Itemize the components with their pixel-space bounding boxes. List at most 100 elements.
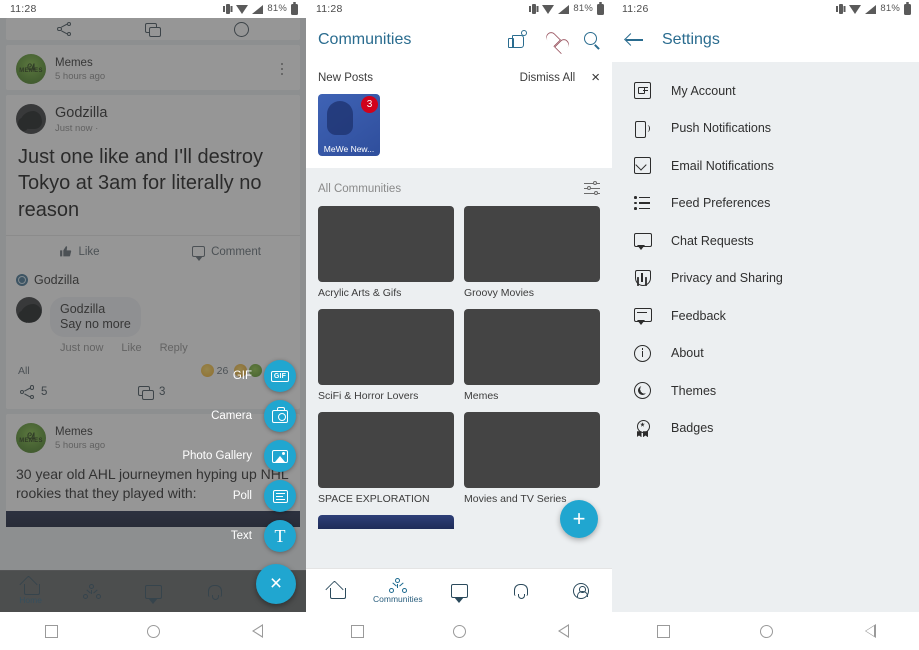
new-post-thumbnail[interactable]: 3 MeWe New... xyxy=(318,94,380,156)
back-button[interactable] xyxy=(556,624,570,638)
community-card[interactable]: Memes xyxy=(464,309,600,402)
community-card[interactable]: Groovy Movies xyxy=(464,206,600,299)
sidebar-item-communities[interactable]: Communities xyxy=(367,577,428,604)
community-card[interactable]: SciFi & Horror Lovers xyxy=(318,309,454,402)
recents-button[interactable] xyxy=(44,624,58,638)
community-card-partial[interactable] xyxy=(318,515,454,529)
comment-reply-button[interactable]: Reply xyxy=(160,342,188,354)
sidebar-item-chat-requests[interactable]: Chat Requests xyxy=(612,222,919,260)
filter-icon[interactable] xyxy=(584,181,600,196)
dismiss-all-button[interactable]: Dismiss All xyxy=(520,72,576,84)
home-button[interactable] xyxy=(453,624,467,638)
gif-icon[interactable]: GIF xyxy=(264,360,296,392)
fab-item-gif[interactable]: GIF GIF xyxy=(233,360,296,392)
thumbs-up-add-icon[interactable] xyxy=(508,29,527,49)
sidebar-item-home[interactable] xyxy=(306,583,367,599)
settings-list: My Account Push Notifications Email Noti… xyxy=(612,62,919,447)
post-author[interactable]: Godzilla xyxy=(55,105,290,121)
sidebar-item-feedback[interactable]: Feedback xyxy=(612,297,919,335)
partial-post-card[interactable] xyxy=(6,18,300,40)
signal-icon xyxy=(252,4,264,14)
list-icon xyxy=(634,195,651,212)
text-icon[interactable]: T xyxy=(264,520,296,552)
post-card-memes-top[interactable]: ᘛ MEMES Memes 5 hours ago xyxy=(6,45,300,90)
home-button[interactable] xyxy=(147,624,161,638)
reaction-icon[interactable] xyxy=(233,21,249,37)
community-thumbnail xyxy=(318,206,454,282)
sidebar-item-my-account[interactable]: My Account xyxy=(612,72,919,110)
fab-item-poll[interactable]: Poll xyxy=(233,480,296,512)
theme-icon xyxy=(634,382,651,400)
sidebar-item-home[interactable]: Home xyxy=(0,579,61,605)
community-name: SPACE EXPLORATION xyxy=(318,493,430,505)
back-button[interactable] xyxy=(250,624,264,638)
sidebar-item-feed-preferences[interactable]: Feed Preferences xyxy=(612,185,919,223)
post-action-row: Like Comment xyxy=(6,235,300,267)
poll-icon[interactable] xyxy=(264,480,296,512)
avatar[interactable] xyxy=(16,104,46,134)
vibrate-icon xyxy=(223,4,232,14)
sidebar-item-chat[interactable] xyxy=(428,583,489,603)
sidebar-item-email-notifications[interactable]: Email Notifications xyxy=(612,147,919,185)
post-more-button[interactable] xyxy=(274,62,290,76)
comment-icon[interactable] xyxy=(145,23,162,37)
community-card[interactable]: SPACE EXPLORATION xyxy=(318,412,454,505)
partial-action-row xyxy=(6,18,300,40)
reaction-filter-all[interactable]: All xyxy=(18,365,30,377)
sidebar-item-communities[interactable] xyxy=(61,584,122,599)
comment-bubble-icon xyxy=(192,246,206,262)
sidebar-item-badges[interactable]: Badges xyxy=(612,410,919,448)
post-author[interactable]: Memes xyxy=(55,57,274,69)
community-card[interactable]: Movies and TV Series xyxy=(464,412,600,505)
fab-item-photo-gallery[interactable]: Photo Gallery xyxy=(182,440,296,472)
like-button[interactable]: Like xyxy=(6,236,153,267)
fab-item-text[interactable]: Text T xyxy=(231,520,296,552)
avatar[interactable]: ᘛ MEMES xyxy=(16,423,46,454)
avatar[interactable] xyxy=(16,297,42,324)
battery-icon xyxy=(291,1,298,15)
back-button[interactable] xyxy=(863,624,876,638)
home-icon xyxy=(22,579,40,595)
comment-count[interactable]: 3 xyxy=(138,386,165,400)
sidebar-item-chat[interactable] xyxy=(122,584,183,604)
share-count[interactable]: 5 xyxy=(20,385,47,400)
tagged-group-name[interactable]: Godzilla xyxy=(34,273,79,287)
sidebar-item-profile[interactable] xyxy=(551,582,612,599)
comment-author[interactable]: Godzilla xyxy=(60,302,131,316)
comment-timestamp: Just now xyxy=(60,342,104,355)
feedback-icon xyxy=(634,307,652,326)
sidebar-item-themes[interactable]: Themes xyxy=(612,372,919,410)
sidebar-item-push-notifications[interactable]: Push Notifications xyxy=(612,110,919,148)
search-icon[interactable] xyxy=(584,32,600,48)
sidebar-item-about[interactable]: About xyxy=(612,335,919,373)
recents-button[interactable] xyxy=(657,624,670,638)
android-nav-bar-3 xyxy=(612,612,919,650)
close-icon[interactable]: × xyxy=(591,70,600,85)
home-button[interactable] xyxy=(760,624,773,638)
post-timestamp: 5 hours ago xyxy=(55,70,106,82)
share-icon xyxy=(20,385,34,400)
back-arrow-icon[interactable] xyxy=(626,33,644,47)
comment-button[interactable]: Comment xyxy=(153,236,300,267)
fab-close-button[interactable]: × xyxy=(256,564,296,604)
communities-grid: Acrylic Arts & Gifs Groovy Movies SciFi … xyxy=(306,206,612,529)
wifi-icon xyxy=(849,4,862,14)
share-icon[interactable] xyxy=(57,22,72,36)
comment-like-button[interactable]: Like xyxy=(121,342,141,354)
sidebar-item-notifications[interactable] xyxy=(490,583,551,599)
heart-icon[interactable] xyxy=(546,32,564,48)
android-nav-bar-1 xyxy=(0,612,306,650)
community-card[interactable]: Acrylic Arts & Gifs xyxy=(318,206,454,299)
create-community-fab[interactable]: + xyxy=(560,500,598,538)
tagged-group[interactable]: Godzilla xyxy=(6,267,300,289)
recents-button[interactable] xyxy=(350,624,364,638)
photo-gallery-icon[interactable] xyxy=(264,440,296,472)
fab-item-camera[interactable]: Camera xyxy=(211,400,296,432)
info-icon xyxy=(634,344,651,362)
tab-label: Communities xyxy=(373,593,423,604)
sidebar-item-privacy-and-sharing[interactable]: Privacy and Sharing xyxy=(612,260,919,298)
unread-badge: 3 xyxy=(361,96,378,113)
post-header: ᘛ MEMES Memes 5 hours ago xyxy=(6,45,300,90)
avatar[interactable]: ᘛ MEMES xyxy=(16,54,46,84)
camera-icon[interactable] xyxy=(264,400,296,432)
